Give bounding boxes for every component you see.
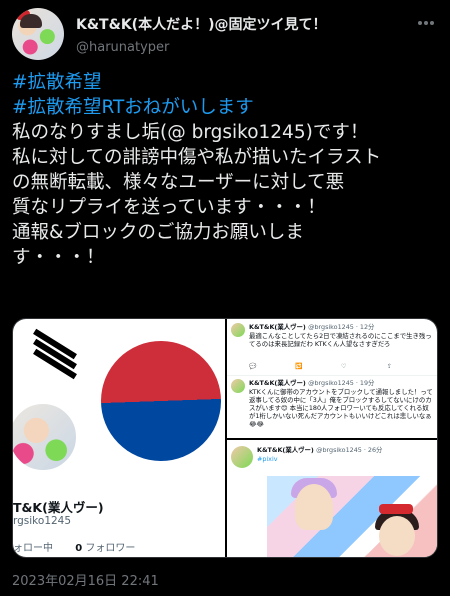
followers-count: 0 xyxy=(75,543,83,554)
media-image-pixiv[interactable]: K&T&K(業人ヴー) @brgsiko1245 · 26分 #pixiv xyxy=(227,440,437,557)
avatar-hair xyxy=(20,14,42,28)
media-grid: T&K(業人ヴー) rgsiko1245 ォロー中 0 フォロワー K&T&K(… xyxy=(12,318,438,558)
following-label: ォロー中 xyxy=(13,543,53,554)
reply-hashtag: #pixiv xyxy=(257,455,278,463)
reply-header: K&T&K(業人ヴー) @brgsiko1245 · 26分 xyxy=(257,446,382,454)
reply-body: KTKくんに御帯のアカウントをブロックして通報しました！って返事してる奴の中に「… xyxy=(249,388,433,428)
tweet-line: の無断転載、様々なユーザーに対して悪 xyxy=(12,172,345,193)
user-handle[interactable]: @harunatyper xyxy=(76,40,169,55)
reply-actions: 💬 🔁 ♡ ⇪ xyxy=(249,363,435,370)
reply-icon: 💬 xyxy=(249,363,257,370)
tweet-line: 質なリプライを送っています・・・！ xyxy=(12,197,326,218)
share-icon: ⇪ xyxy=(387,363,393,370)
reply-body: 最適こんなことしてたら2日で凍結されるのにここまで生き残ってるのは来長記録だわ … xyxy=(249,332,432,348)
hashtag-link[interactable]: #拡散希望 xyxy=(12,70,438,95)
reply-avatar xyxy=(231,323,245,337)
reply-avatar xyxy=(231,446,253,468)
reply-tweet: K&T&K(業人ヴー) @brgsiko1245 · 12分 最適こんなことして… xyxy=(231,323,435,375)
user-avatar[interactable] xyxy=(12,8,64,60)
retweet-icon: 🔁 xyxy=(295,363,303,370)
more-dots-icon[interactable] xyxy=(414,14,438,34)
profile-avatar xyxy=(13,401,79,473)
illustration-character xyxy=(295,484,333,530)
reply-header: K&T&K(業人ヴー) @brgsiko1245 · 19分 xyxy=(249,379,374,387)
media-image-profile[interactable]: T&K(業人ヴー) rgsiko1245 ォロー中 0 フォロワー xyxy=(13,319,225,557)
tweet-line: 私のなりすまし垢(@ brgsiko1245)です！ xyxy=(12,122,369,143)
illustration-character xyxy=(379,516,415,556)
divider xyxy=(227,375,437,376)
reply-tweet: K&T&K(業人ヴー) @brgsiko1245 · 19分 KTKくんに御帯の… xyxy=(231,379,435,437)
tweet-header: K&T&K(本人だよ！)@固定ツイ見て！ @harunatyper xyxy=(12,8,438,64)
display-name[interactable]: K&T&K(本人だよ！)@固定ツイ見て！ xyxy=(76,14,326,34)
profile-handle: rgsiko1245 xyxy=(13,515,72,527)
like-icon: ♡ xyxy=(341,363,347,370)
reply-name: K&T&K(業人ヴー) xyxy=(249,379,306,387)
reply-tweet: K&T&K(業人ヴー) @brgsiko1245 · 26分 #pixiv xyxy=(231,446,435,476)
reply-name: K&T&K(業人ヴー) xyxy=(257,446,314,454)
illustration-bow xyxy=(379,504,413,514)
profile-follow-counts: ォロー中 0 フォロワー xyxy=(13,539,135,554)
illustration xyxy=(267,476,437,557)
tweet-text: #拡散希望 #拡散希望RTおねがいします 私のなりすまし垢(@ brgsiko1… xyxy=(12,70,438,270)
reply-avatar xyxy=(231,379,245,393)
tweet-line: 通報&ブロックのご協力お願いしま xyxy=(12,222,304,243)
reply-meta: @brgsiko1245 · 12分 xyxy=(308,323,375,331)
profile-name: T&K(業人ヴー) xyxy=(13,500,104,515)
tweet-line: す・・・！ xyxy=(12,247,105,268)
reply-meta: @brgsiko1245 · 19分 xyxy=(308,379,375,387)
tweet-timestamp[interactable]: 2023年02月16日 22:41 xyxy=(12,570,159,589)
tweet-line: 私に対しての誹謗中傷や私が描いたイラスト xyxy=(12,147,382,168)
followers-label: フォロワー xyxy=(85,543,136,554)
reply-meta: @brgsiko1245 · 26分 xyxy=(316,446,383,454)
hashtag-link[interactable]: #拡散希望RTおねがいします xyxy=(12,95,438,120)
media-image-replies[interactable]: K&T&K(業人ヴー) @brgsiko1245 · 12分 最適こんなことして… xyxy=(227,319,437,438)
reply-name: K&T&K(業人ヴー) xyxy=(249,323,306,331)
flag-taegeuk xyxy=(82,322,225,480)
reply-header: K&T&K(業人ヴー) @brgsiko1245 · 12分 xyxy=(249,323,374,331)
